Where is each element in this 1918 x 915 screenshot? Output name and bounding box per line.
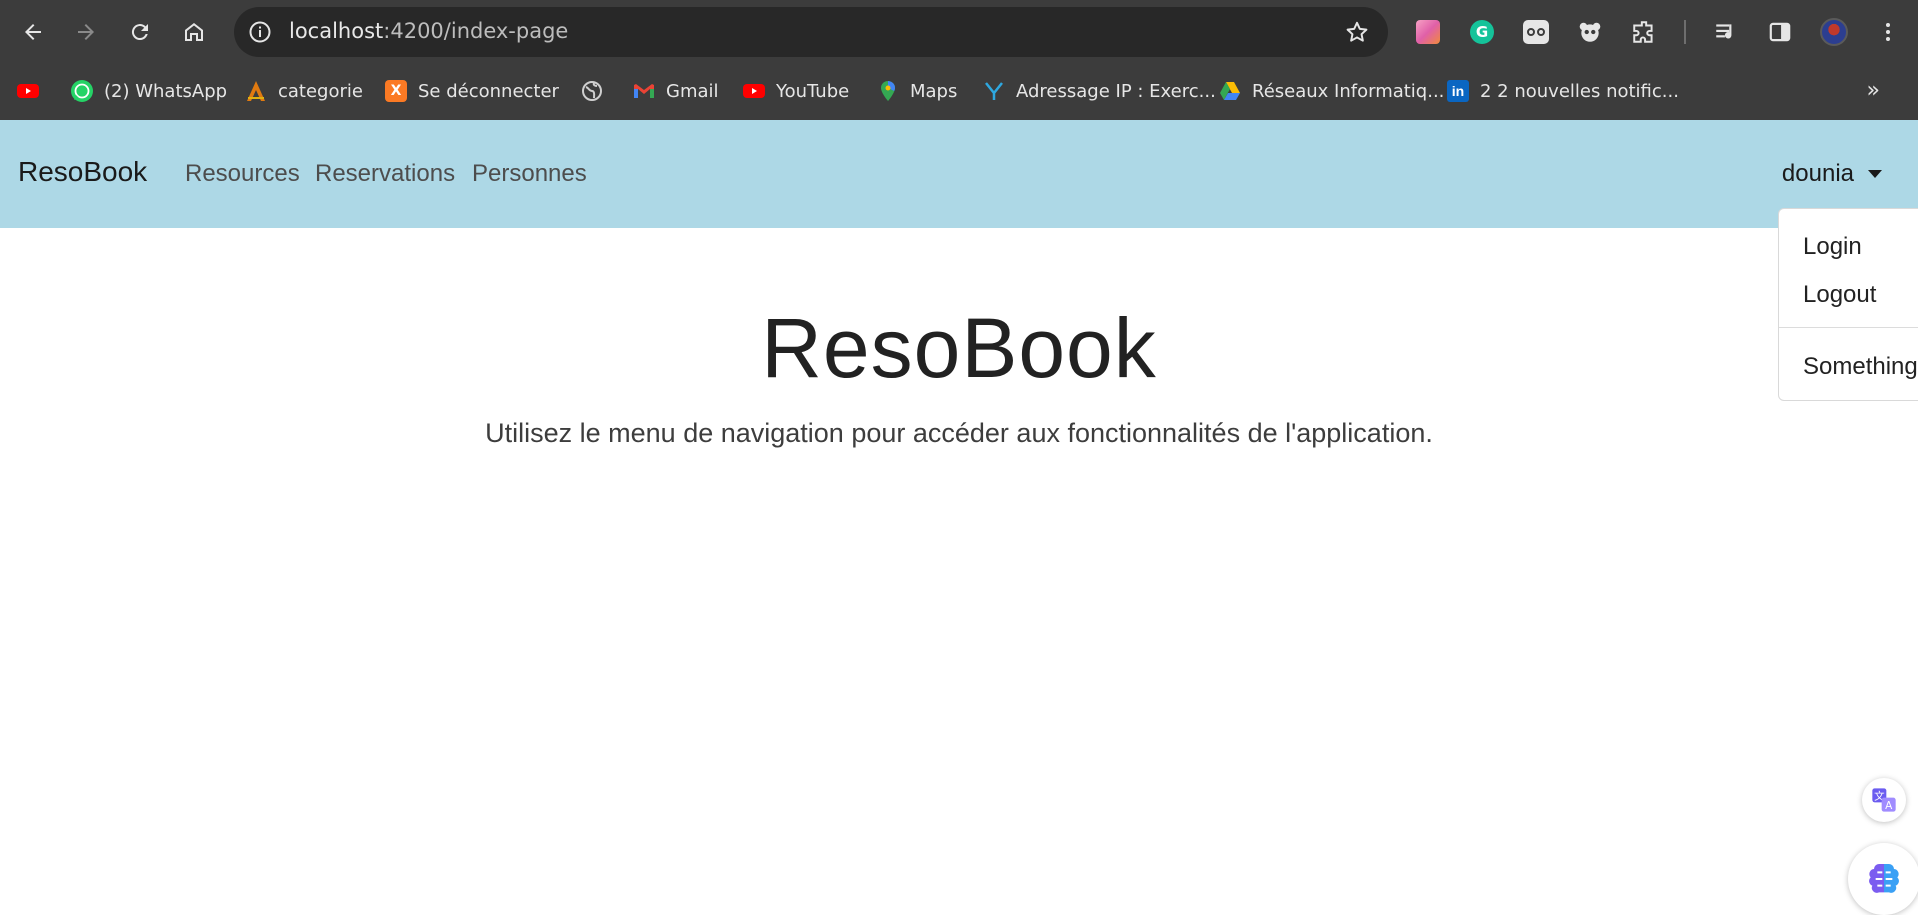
bookmark-categorie[interactable]: categorie bbox=[244, 74, 363, 108]
reload-icon bbox=[131, 24, 148, 41]
nav-link-personnes[interactable]: Personnes bbox=[472, 160, 587, 188]
svg-text:A: A bbox=[1885, 800, 1893, 812]
more-bookmarks-button[interactable]: » bbox=[1867, 78, 1880, 103]
xampp-icon: X bbox=[384, 79, 408, 103]
adressage-icon bbox=[982, 79, 1006, 103]
youtube-icon bbox=[16, 79, 40, 103]
arrow-right-icon bbox=[78, 24, 94, 40]
extensions-icon[interactable] bbox=[1630, 18, 1658, 46]
url-text: localhost:4200/index-page bbox=[289, 19, 569, 43]
page-subtitle: Utilisez le menu de navigation pour accé… bbox=[485, 418, 1433, 448]
user-dropdown-toggle[interactable]: dounia bbox=[1782, 160, 1882, 188]
user-name: dounia bbox=[1781, 160, 1854, 187]
bookmark-whatsapp[interactable]: (2) WhatsApp bbox=[70, 74, 227, 108]
navbar-brand[interactable]: ResoBook bbox=[18, 156, 147, 188]
nav-link-resources[interactable]: Resources bbox=[185, 160, 300, 188]
menu-kebab-icon[interactable] bbox=[1874, 18, 1902, 46]
avatar[interactable] bbox=[1820, 18, 1848, 46]
google-drive-icon bbox=[1218, 79, 1242, 103]
site-info-icon[interactable] bbox=[248, 20, 272, 44]
arrow-left-icon bbox=[25, 24, 41, 40]
maps-icon bbox=[876, 79, 900, 103]
side-panel-icon[interactable] bbox=[1766, 18, 1794, 46]
bookmark-maps[interactable]: Maps bbox=[876, 74, 957, 108]
bookmark-adressage-ip[interactable]: Adressage IP : Exerc... bbox=[982, 74, 1216, 108]
glasses-extension-icon[interactable] bbox=[1522, 18, 1550, 46]
toolbar-separator bbox=[1684, 20, 1686, 44]
address-bar[interactable]: localhost:4200/index-page bbox=[234, 7, 1388, 57]
youtube-icon bbox=[742, 79, 766, 103]
bookmark-linkedin[interactable]: in 2 2 nouvelles notific... bbox=[1446, 74, 1679, 108]
dropdown-item-login[interactable]: Login bbox=[1803, 233, 1862, 261]
bookmark-reseaux-informatiques[interactable]: Réseaux Informatiq... bbox=[1218, 74, 1444, 108]
ai-assistant-button[interactable] bbox=[1848, 843, 1918, 915]
bookmark-youtube[interactable]: YouTube bbox=[742, 74, 849, 108]
translate-icon: 文 A bbox=[1872, 788, 1896, 812]
back-button[interactable] bbox=[15, 14, 51, 50]
nav-link-reservations[interactable]: Reservations bbox=[315, 160, 455, 188]
bookmark-gmail[interactable]: Gmail bbox=[632, 74, 719, 108]
bookmark-globe[interactable] bbox=[580, 74, 604, 108]
brain-icon bbox=[1869, 864, 1899, 893]
bookmarks-bar: (2) WhatsApp categorie X Se déconnecter … bbox=[0, 64, 1918, 120]
star-icon[interactable] bbox=[1344, 19, 1370, 45]
globe-icon bbox=[580, 79, 604, 103]
bookmark-youtube-shortcut[interactable] bbox=[16, 74, 40, 108]
panda-extension-icon[interactable] bbox=[1576, 18, 1604, 46]
browser-toolbar: localhost:4200/index-page G bbox=[0, 0, 1918, 64]
whatsapp-icon bbox=[70, 79, 94, 103]
home-icon bbox=[185, 23, 203, 41]
gmail-icon bbox=[632, 79, 656, 103]
bookmark-se-deconnecter[interactable]: X Se déconnecter bbox=[384, 74, 559, 108]
caret-down-icon bbox=[1868, 170, 1882, 178]
media-control-icon[interactable] bbox=[1712, 18, 1740, 46]
translate-button[interactable]: 文 A bbox=[1862, 778, 1906, 822]
app-navbar: ResoBook Resources Reservations Personne… bbox=[0, 120, 1918, 228]
grammarly-icon[interactable]: G bbox=[1468, 18, 1496, 46]
categorie-icon bbox=[244, 79, 268, 103]
forward-button[interactable] bbox=[68, 14, 104, 50]
page-title: ResoBook bbox=[761, 301, 1157, 395]
linkedin-icon: in bbox=[1446, 79, 1470, 103]
color-extension-icon[interactable] bbox=[1414, 18, 1442, 46]
home-button[interactable] bbox=[176, 14, 212, 50]
reload-button[interactable] bbox=[122, 14, 158, 50]
